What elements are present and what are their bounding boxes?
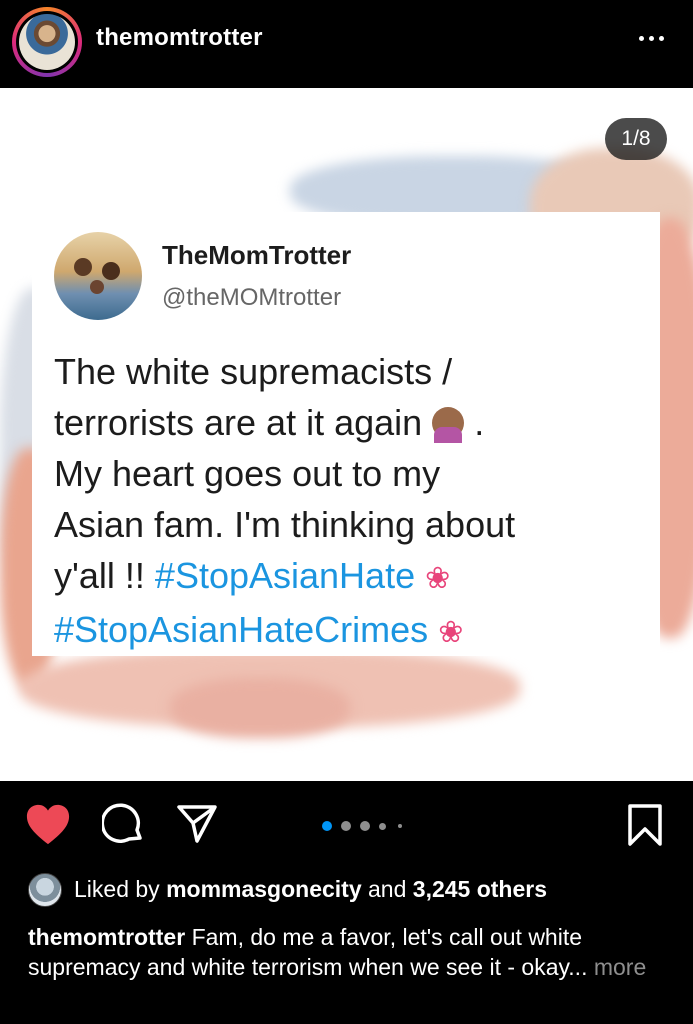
tweet-line: y'all !! #StopAsianHate ❀ xyxy=(54,555,451,596)
tweet-text: The white supremacists / terrorists are … xyxy=(54,346,654,658)
hashtag-stopasianhatecrimes: #StopAsianHateCrimes xyxy=(54,609,429,650)
carousel-dot xyxy=(398,824,402,828)
carousel-dot xyxy=(360,821,370,831)
caption-username[interactable]: themomtrotter xyxy=(28,924,185,950)
heart-icon[interactable] xyxy=(25,803,71,847)
tweet-line: The white supremacists / xyxy=(54,351,453,392)
lotus-emoji-icon: ❀ xyxy=(425,561,451,596)
likes-count[interactable]: 3,245 others xyxy=(413,876,547,902)
profile-photo xyxy=(19,14,75,70)
facepalm-emoji-icon xyxy=(432,407,465,443)
action-bar xyxy=(0,781,693,871)
bookmark-icon[interactable] xyxy=(627,803,663,847)
more-options-icon[interactable] xyxy=(636,30,668,46)
post-header: themomtrotter xyxy=(0,0,693,88)
tweet-line: #StopAsianHateCrimes ❀ xyxy=(54,604,654,658)
profile-avatar[interactable] xyxy=(12,7,82,77)
carousel-dot xyxy=(341,821,351,831)
post-image[interactable]: 1/8 TheMomTrotter @theMOMtrotter The whi… xyxy=(0,88,693,781)
carousel-indicator xyxy=(322,821,412,833)
carousel-dot xyxy=(379,822,386,830)
username[interactable]: themomtrotter xyxy=(96,24,263,52)
liker-username[interactable]: mommasgonecity xyxy=(166,876,362,902)
liker-avatar[interactable] xyxy=(28,873,62,907)
carousel-dot-active xyxy=(322,821,332,831)
caption: themomtrotter Fam, do me a favor, let's … xyxy=(28,922,668,982)
hashtag-stopasianhate: #StopAsianHate xyxy=(154,555,416,596)
tweet-author-name: TheMomTrotter xyxy=(162,240,352,270)
tweet-line: Asian fam. I'm thinking about xyxy=(54,504,516,545)
lotus-emoji-icon: ❀ xyxy=(438,615,464,650)
carousel-counter: 1/8 xyxy=(605,118,667,160)
comment-icon[interactable] xyxy=(102,803,144,845)
share-icon[interactable] xyxy=(176,803,218,845)
tweet-line: terrorists are at it again . xyxy=(54,402,485,443)
tweet-card: TheMomTrotter @theMOMtrotter The white s… xyxy=(32,212,660,656)
tweet-author-handle: @theMOMtrotter xyxy=(162,284,342,311)
tweet-line: My heart goes out to my xyxy=(54,453,441,494)
tweet-avatar xyxy=(54,232,142,320)
likes-summary[interactable]: Liked by mommasgonecity and 3,245 others xyxy=(74,876,547,903)
caption-more-link[interactable]: more xyxy=(594,954,646,980)
